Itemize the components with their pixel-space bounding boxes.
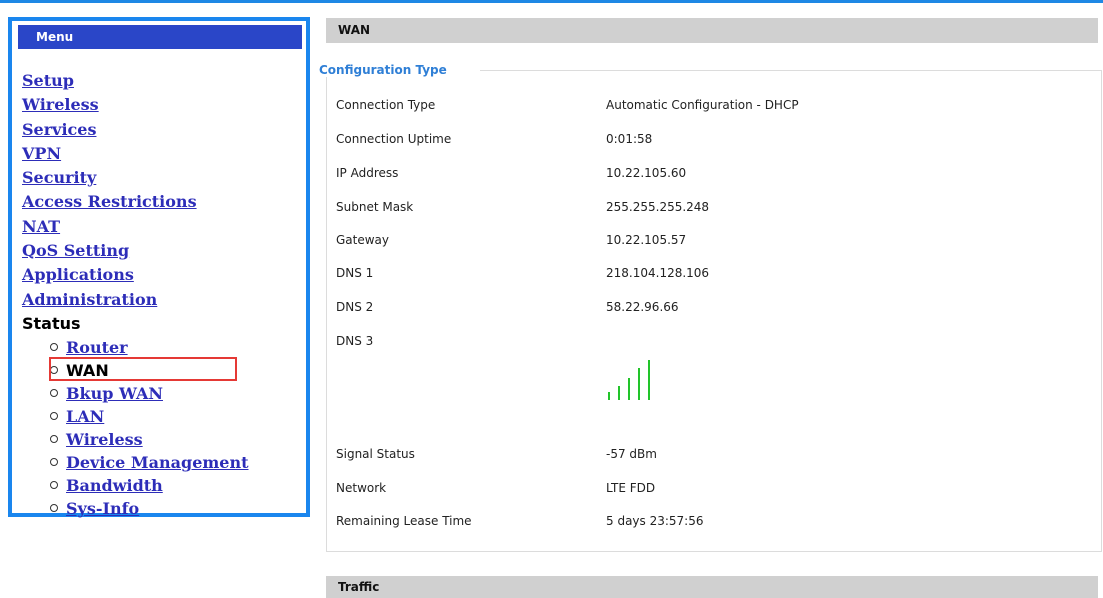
status-subitem-label[interactable]: Wireless	[66, 430, 143, 449]
row-value: 0:01:58	[606, 132, 653, 146]
sidebar-item-services[interactable]: Services	[22, 118, 302, 142]
sidebar-item-qos-setting[interactable]: QoS Setting	[22, 239, 302, 263]
row-value: 5 days 23:57:56	[606, 514, 704, 528]
menu-header: Menu	[18, 25, 302, 49]
status-subitem-label[interactable]: Bandwidth	[66, 476, 163, 495]
status-subitem-label[interactable]: Device Management	[66, 453, 249, 472]
row-label: DNS 2	[336, 300, 374, 314]
current-item-highlight	[49, 357, 237, 381]
bullet-icon	[50, 504, 58, 513]
top-accent-line	[0, 0, 1103, 3]
row-value: 10.22.105.57	[606, 233, 687, 247]
row-value: 218.104.128.106	[606, 266, 710, 280]
status-subitem-router[interactable]: Router	[50, 336, 302, 359]
sidebar-item-setup[interactable]: Setup	[22, 69, 302, 93]
configuration-legend: Configuration Type	[315, 63, 451, 77]
row-label: Signal Status	[336, 447, 415, 461]
bullet-icon	[50, 481, 58, 490]
menu-list: Setup Wireless Services VPN Security Acc…	[22, 69, 302, 520]
sidebar-menu: Menu Setup Wireless Services VPN Securit…	[8, 17, 310, 520]
status-subitem-label[interactable]: Router	[66, 338, 128, 357]
wan-section-title: WAN	[326, 18, 1098, 43]
fieldset-border	[480, 70, 1102, 71]
row-value: 255.255.255.248	[606, 200, 710, 214]
status-subitem-sys-info[interactable]: Sys-Info	[50, 497, 302, 520]
row-label: Network	[336, 481, 387, 495]
row-label: DNS 1	[336, 266, 374, 280]
row-label: DNS 3	[336, 334, 374, 348]
row-label: IP Address	[336, 166, 399, 180]
signal-strength-icon	[608, 360, 650, 400]
sidebar-item-nat[interactable]: NAT	[22, 215, 302, 239]
signal-bar	[648, 360, 650, 400]
signal-bar	[618, 386, 620, 400]
bullet-icon	[50, 458, 58, 467]
row-value: 10.22.105.60	[606, 166, 687, 180]
row-value: -57 dBm	[606, 447, 657, 461]
row-label: Subnet Mask	[336, 200, 414, 214]
traffic-section-title: Traffic	[326, 576, 1098, 598]
bullet-icon	[50, 343, 58, 352]
sidebar-item-status: Status	[22, 313, 81, 333]
sidebar-item-applications[interactable]: Applications	[22, 263, 302, 287]
status-subitem-bandwidth[interactable]: Bandwidth	[50, 474, 302, 497]
row-label: Connection Type	[336, 98, 436, 112]
signal-bar	[608, 392, 610, 400]
status-subitem-label[interactable]: Sys-Info	[66, 499, 139, 518]
status-subitem-lan[interactable]: LAN	[50, 405, 302, 428]
status-subitem-wireless[interactable]: Wireless	[50, 428, 302, 451]
sidebar-item-access-restrictions[interactable]: Access Restrictions	[22, 190, 302, 214]
sidebar-item-wireless[interactable]: Wireless	[22, 93, 302, 117]
status-subitem-device-management[interactable]: Device Management	[50, 451, 302, 474]
status-subitem-label[interactable]: Bkup WAN	[66, 384, 163, 403]
sidebar-item-administration[interactable]: Administration	[22, 288, 302, 312]
bullet-icon	[50, 435, 58, 444]
sidebar-item-security[interactable]: Security	[22, 166, 302, 190]
signal-bar	[638, 368, 640, 400]
bullet-icon	[50, 412, 58, 421]
row-value: 58.22.96.66	[606, 300, 679, 314]
row-value: Automatic Configuration - DHCP	[606, 98, 799, 112]
sidebar-item-vpn[interactable]: VPN	[22, 142, 302, 166]
row-label: Connection Uptime	[336, 132, 452, 146]
status-subitem-bkup-wan[interactable]: Bkup WAN	[50, 382, 302, 405]
bullet-icon	[50, 389, 58, 398]
row-value: LTE FDD	[606, 481, 656, 495]
signal-bar	[628, 378, 630, 400]
row-label: Gateway	[336, 233, 390, 247]
row-label: Remaining Lease Time	[336, 514, 472, 528]
status-subitem-label[interactable]: LAN	[66, 407, 104, 426]
